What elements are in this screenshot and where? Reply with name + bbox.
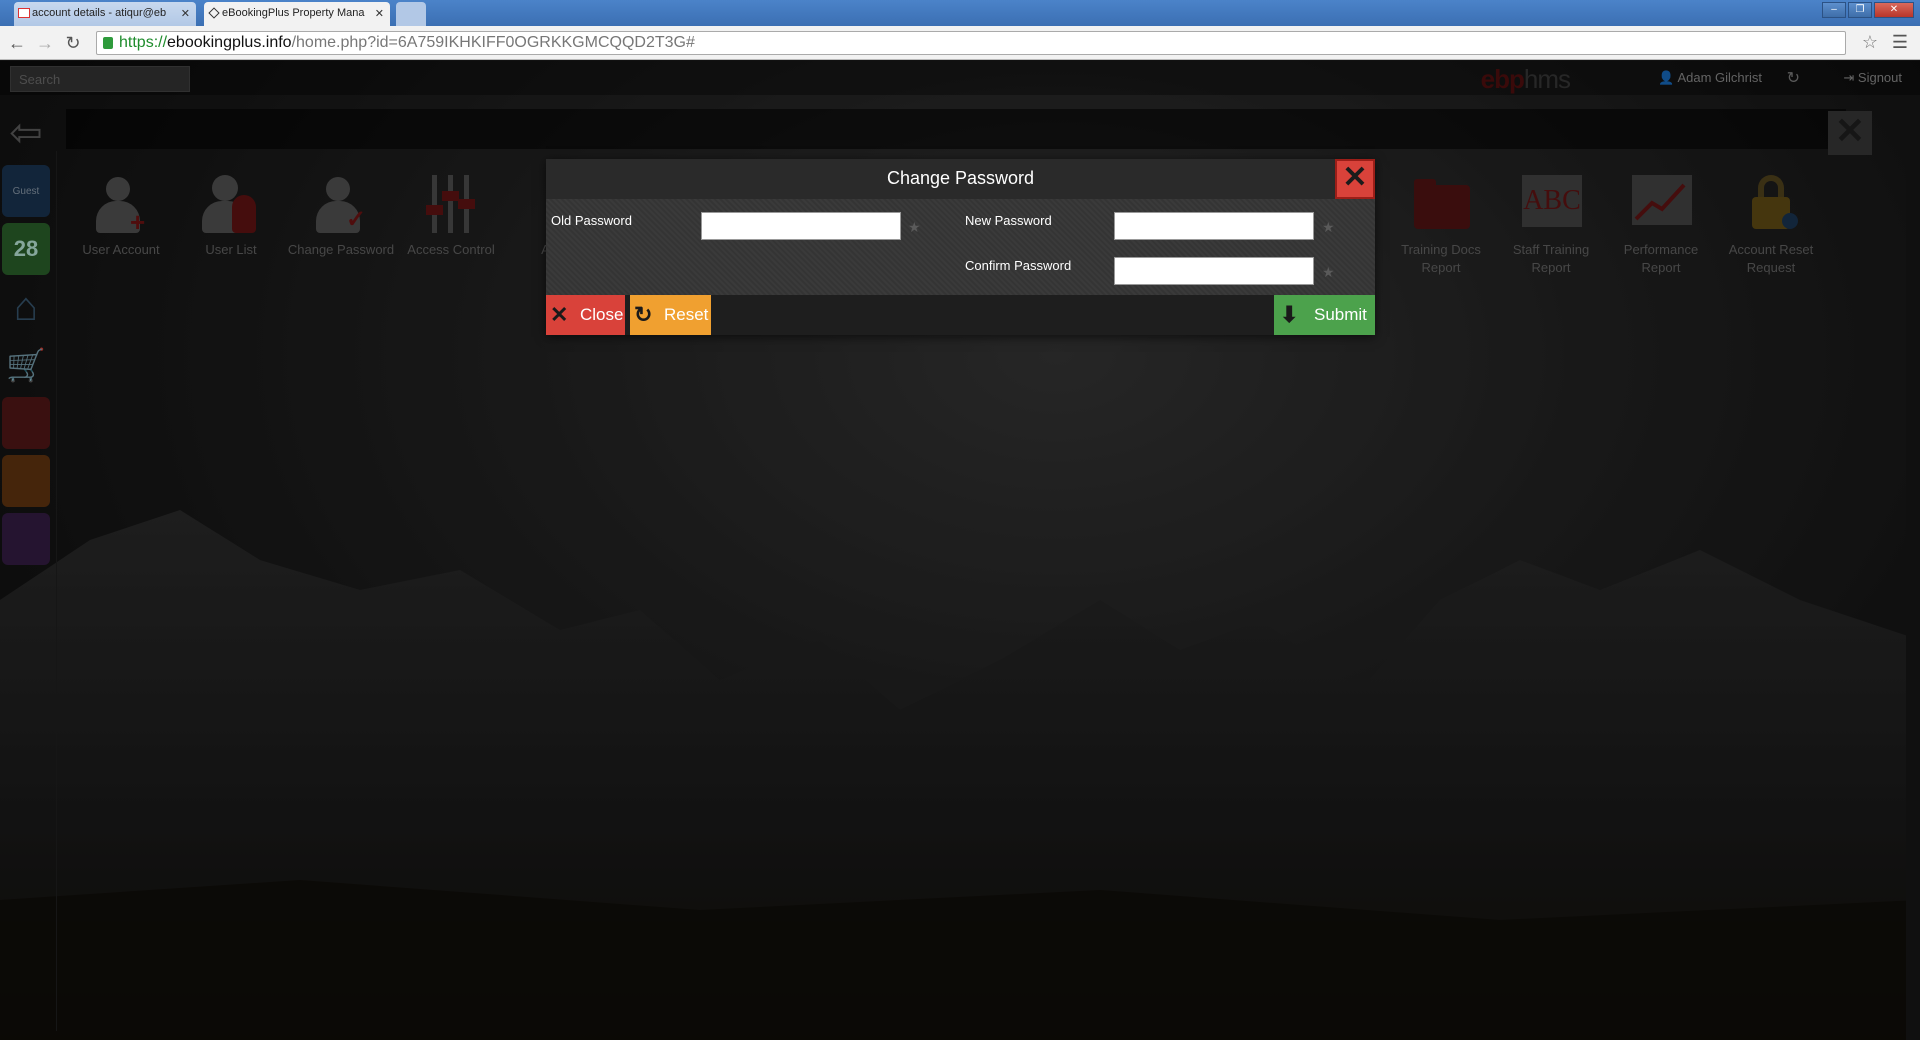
old-password-field[interactable]: [701, 212, 901, 240]
new-tab-button[interactable]: [396, 2, 426, 26]
window-controls: – ❐ ✕: [1822, 2, 1914, 18]
maximize-icon[interactable]: ❐: [1848, 2, 1872, 18]
tab-label: account details - atiqur@eb: [32, 7, 167, 19]
download-icon: ⬇: [1280, 302, 1299, 327]
gmail-icon: [18, 8, 30, 18]
required-star-icon: ★: [1322, 219, 1335, 235]
bookmark-star-icon[interactable]: ☆: [1862, 32, 1878, 53]
close-button[interactable]: ✕ Close: [546, 295, 625, 335]
close-button-label: Close: [580, 305, 624, 324]
browser-toolbar: ← → ↻ https://ebookingplus.info/home.php…: [0, 26, 1920, 60]
dialog-footer: ✕ Close ↻ Reset ⬇ Submit: [546, 295, 1375, 335]
window-close-icon[interactable]: ✕: [1874, 2, 1914, 18]
site-icon: [208, 7, 220, 19]
reset-button[interactable]: ↻ Reset: [630, 295, 711, 335]
browser-menu-icon[interactable]: ☰: [1892, 32, 1908, 53]
submit-button[interactable]: ⬇ Submit: [1274, 295, 1375, 335]
address-bar[interactable]: https://ebookingplus.info/home.php?id=6A…: [96, 31, 1846, 55]
tab-close-icon[interactable]: ✕: [181, 7, 190, 20]
app-page: Search ebphms 👤 Adam Gilchrist ↻ ⇥ Signo…: [0, 61, 1920, 1040]
old-password-label: Old Password: [551, 213, 632, 228]
tab-label: eBookingPlus Property Mana: [222, 7, 365, 19]
back-icon[interactable]: ←: [6, 32, 28, 54]
lock-icon: [103, 37, 113, 49]
browser-tabstrip: account details - atiqur@eb ✕ eBookingPl…: [0, 0, 1920, 26]
minimize-icon[interactable]: –: [1822, 2, 1846, 18]
browser-tab-ebookingplus[interactable]: eBookingPlus Property Mana ✕: [204, 2, 390, 26]
close-x-icon: ✕: [550, 302, 569, 327]
confirm-password-field[interactable]: [1114, 257, 1314, 285]
dialog-close-icon[interactable]: ✕: [1335, 159, 1375, 199]
dialog-title: Change Password: [886, 168, 1035, 188]
new-password-label: New Password: [965, 213, 1052, 228]
tab-close-icon[interactable]: ✕: [375, 7, 384, 20]
url-host: ebookingplus.info: [167, 34, 292, 51]
url-path: /home.php?id=6A759IKHKIFF0OGRKKGMCQQD2T3…: [291, 34, 695, 51]
confirm-password-label: Confirm Password: [965, 258, 1072, 273]
reload-icon[interactable]: ↻: [62, 32, 84, 54]
url-scheme: https://: [119, 34, 168, 51]
dialog-header: Change Password ✕: [546, 159, 1375, 199]
reset-button-label: Reset: [664, 305, 709, 324]
forward-icon[interactable]: →: [34, 32, 56, 54]
change-password-dialog: Change Password ✕ Old Password ★ New Pas…: [546, 159, 1375, 335]
dialog-body: Old Password ★ New Password ★ Confirm Pa…: [546, 199, 1375, 295]
required-star-icon: ★: [1322, 264, 1335, 280]
new-password-field[interactable]: [1114, 212, 1314, 240]
required-star-icon: ★: [908, 219, 921, 235]
browser-tab-gmail[interactable]: account details - atiqur@eb ✕: [14, 2, 196, 26]
submit-button-label: Submit: [1314, 305, 1367, 324]
reset-icon: ↻: [634, 302, 653, 327]
